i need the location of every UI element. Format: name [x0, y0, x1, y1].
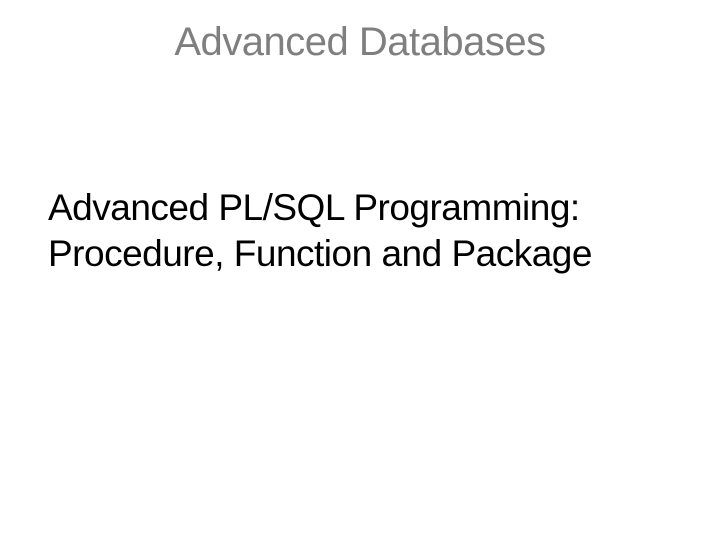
slide-title: Advanced Databases: [0, 20, 720, 65]
slide-subtitle: Advanced PL/SQL Programming:Procedure, F…: [48, 185, 700, 278]
